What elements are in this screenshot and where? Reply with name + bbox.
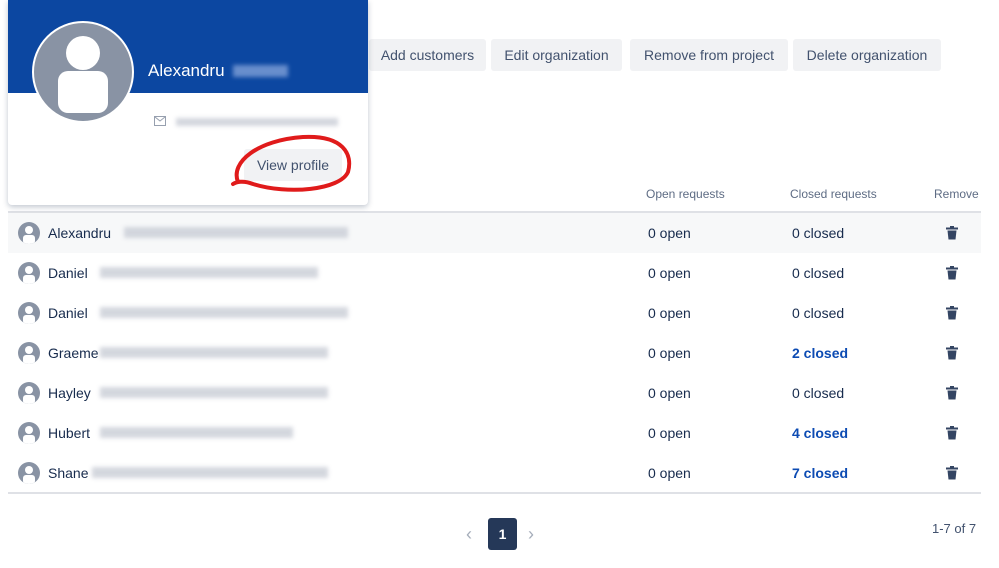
avatar — [18, 262, 40, 284]
customer-name[interactable]: Hayley — [48, 385, 91, 401]
blurred-details — [100, 267, 318, 278]
edit-organization-button[interactable]: Edit organization — [491, 39, 622, 71]
profile-popup: Alexandru View profile — [8, 0, 368, 205]
table-row: Daniel 0 open 0 closed — [8, 253, 981, 293]
closed-requests[interactable]: 7 closed — [792, 465, 848, 481]
pagination-summary: 1-7 of 7 — [932, 521, 977, 536]
page-1-button[interactable]: 1 — [488, 518, 517, 550]
red-annotation-circle — [231, 134, 352, 192]
customer-name[interactable]: Daniel — [48, 265, 88, 281]
open-requests: 0 open — [648, 425, 691, 441]
open-requests: 0 open — [648, 305, 691, 321]
delete-organization-button[interactable]: Delete organization — [793, 39, 941, 71]
blurred-details — [92, 467, 328, 478]
closed-requests[interactable]: 4 closed — [792, 425, 848, 441]
closed-requests: 0 closed — [792, 305, 845, 321]
blurred-surname — [233, 65, 288, 77]
trash-icon[interactable] — [946, 346, 958, 360]
table-row: Alexandru 0 open 0 closed — [8, 213, 981, 253]
table-row: Daniel 0 open 0 closed — [8, 293, 981, 333]
avatar — [18, 222, 40, 244]
open-requests: 0 open — [648, 265, 691, 281]
avatar — [18, 382, 40, 404]
next-page-icon[interactable]: › — [528, 524, 534, 545]
trash-icon[interactable] — [946, 426, 958, 440]
profile-name: Alexandru — [148, 61, 225, 80]
customer-name[interactable]: Daniel — [48, 305, 88, 321]
avatar — [18, 302, 40, 324]
trash-icon[interactable] — [946, 466, 958, 480]
closed-requests: 0 closed — [792, 225, 845, 241]
table-row: Hayley 0 open 0 closed — [8, 373, 981, 413]
open-requests: 0 open — [648, 345, 691, 361]
trash-icon[interactable] — [946, 386, 958, 400]
blurred-details — [100, 387, 328, 398]
header-open-requests: Open requests — [646, 187, 725, 201]
table-row: Shane 0 open 7 closed — [8, 453, 981, 493]
closed-requests[interactable]: 2 closed — [792, 345, 848, 361]
blurred-email — [176, 118, 338, 126]
open-requests: 0 open — [648, 225, 691, 241]
trash-icon[interactable] — [946, 226, 958, 240]
mail-icon — [154, 116, 166, 126]
header-closed-requests: Closed requests — [790, 187, 877, 201]
blurred-details — [100, 427, 293, 438]
avatar — [18, 422, 40, 444]
customer-name[interactable]: Shane — [48, 465, 88, 481]
closed-requests: 0 closed — [792, 385, 845, 401]
add-customers-button[interactable]: Add customers — [369, 39, 486, 71]
closed-requests: 0 closed — [792, 265, 845, 281]
trash-icon[interactable] — [946, 266, 958, 280]
open-requests: 0 open — [648, 385, 691, 401]
table-row: Hubert 0 open 4 closed — [8, 413, 981, 453]
blurred-details — [100, 307, 348, 318]
table-row: Graeme 0 open 2 closed — [8, 333, 981, 373]
customer-name[interactable]: Graeme — [48, 345, 99, 361]
header-remove: Remove — [934, 187, 979, 201]
avatar — [18, 462, 40, 484]
customer-name[interactable]: Hubert — [48, 425, 90, 441]
prev-page-icon[interactable]: ‹ — [466, 524, 472, 545]
avatar — [32, 21, 134, 123]
trash-icon[interactable] — [946, 306, 958, 320]
open-requests: 0 open — [648, 465, 691, 481]
remove-from-project-button[interactable]: Remove from project — [630, 39, 788, 71]
blurred-details — [100, 347, 328, 358]
table-bottom-divider — [8, 492, 981, 494]
customer-name[interactable]: Alexandru — [48, 225, 111, 241]
blurred-details — [124, 227, 348, 238]
avatar — [18, 342, 40, 364]
